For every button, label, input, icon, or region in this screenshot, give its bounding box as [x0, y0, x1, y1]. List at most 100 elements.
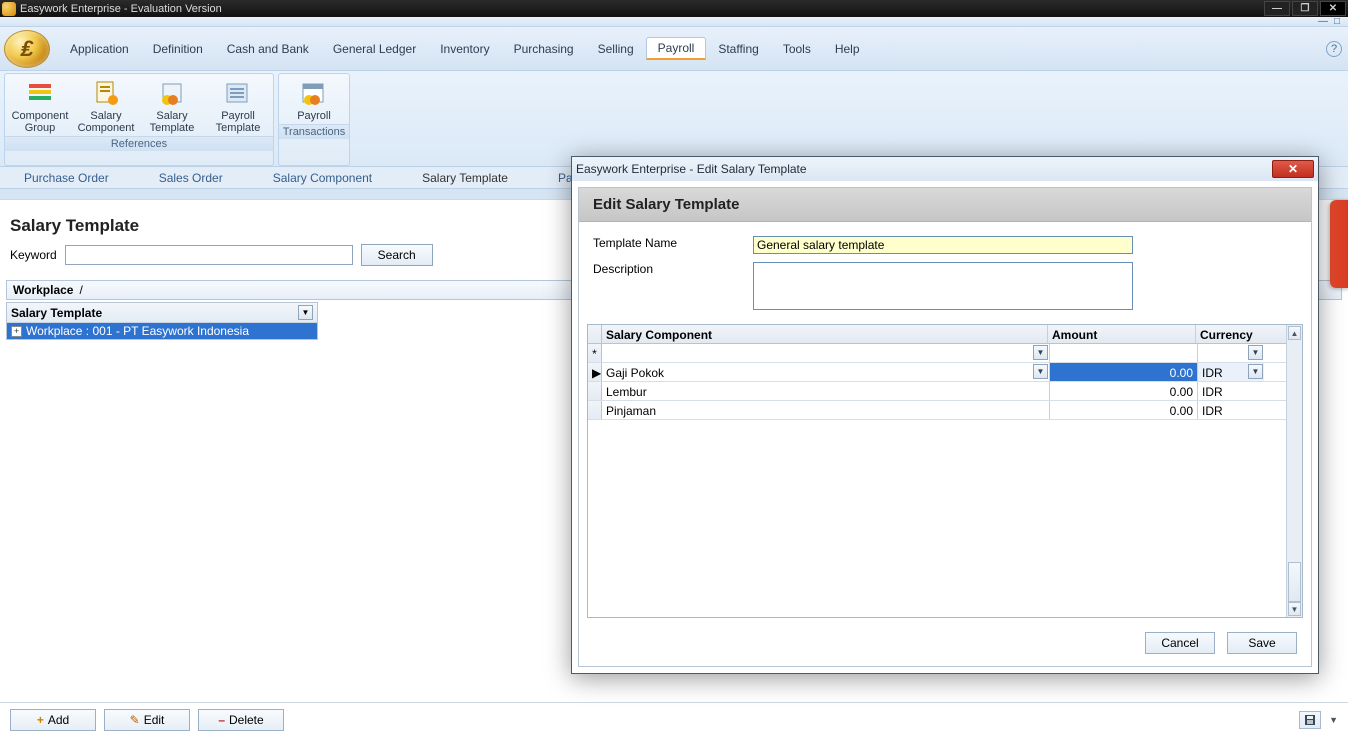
cell-component[interactable]: Gaji Pokok▼	[602, 363, 1050, 381]
cancel-button[interactable]: Cancel	[1145, 632, 1215, 654]
edit-button[interactable]: ✎Edit	[104, 709, 190, 731]
cell-amount[interactable]: 0.00	[1050, 401, 1198, 419]
pencil-icon: ✎	[130, 713, 140, 727]
cell-currency[interactable]: IDR	[1198, 401, 1264, 419]
menu-tools[interactable]: Tools	[771, 38, 823, 60]
menu-help[interactable]: Help	[823, 38, 872, 60]
minus-icon: –	[218, 713, 225, 727]
ribbon-payroll[interactable]: Payroll	[281, 76, 347, 124]
menu-selling[interactable]: Selling	[586, 38, 646, 60]
doctab-salary-component[interactable]: Salary Component	[263, 169, 382, 188]
breadcrumb-root: Workplace	[13, 283, 73, 297]
menu-inventory[interactable]: Inventory	[428, 38, 501, 60]
row-marker	[588, 382, 602, 400]
col-currency[interactable]: Currency	[1196, 325, 1262, 343]
doctab-salary-template[interactable]: Salary Template	[412, 169, 518, 188]
ribbon-salary-template[interactable]: SalaryTemplate	[139, 76, 205, 136]
chevron-down-icon[interactable]: ▼	[298, 305, 313, 320]
cell-currency[interactable]: ▼	[1198, 344, 1264, 362]
keyword-label: Keyword	[10, 248, 57, 262]
salary-component-table: Salary Component Amount Currency *▼▼▶Gaj…	[587, 324, 1303, 618]
window-maximize-button[interactable]: ❐	[1292, 1, 1318, 16]
menu-payroll[interactable]: Payroll	[646, 37, 707, 60]
chevron-down-icon[interactable]: ▼	[1033, 364, 1048, 379]
app-icon	[2, 2, 16, 16]
dialog-heading: Edit Salary Template	[579, 188, 1311, 222]
scroll-up-icon[interactable]: ▲	[1288, 326, 1301, 340]
col-amount[interactable]: Amount	[1048, 325, 1196, 343]
delete-button[interactable]: –Delete	[198, 709, 284, 731]
row-marker	[588, 401, 602, 419]
ribbon-icon	[297, 78, 331, 108]
ribbon-icon	[155, 78, 189, 108]
cell-amount[interactable]: 0.00	[1050, 363, 1198, 381]
main-menu: ₤ ApplicationDefinitionCash and BankGene…	[0, 27, 1348, 71]
search-button[interactable]: Search	[361, 244, 433, 266]
menu-application[interactable]: Application	[58, 38, 141, 60]
row-marker: ▶	[588, 363, 602, 381]
tree-grid: Salary Template ▼ + Workplace : 001 - PT…	[6, 302, 318, 340]
tree-grid-header: Salary Template	[11, 306, 102, 320]
disk-icon[interactable]	[1299, 711, 1321, 729]
ribbon-component-group[interactable]: ComponentGroup	[7, 76, 73, 136]
doctab-sales-order[interactable]: Sales Order	[149, 169, 233, 188]
cell-amount[interactable]	[1050, 344, 1198, 362]
template-name-label: Template Name	[593, 236, 743, 250]
chevron-down-icon[interactable]: ▼	[1248, 364, 1263, 379]
dialog-title: Easywork Enterprise - Edit Salary Templa…	[576, 162, 807, 176]
description-label: Description	[593, 262, 743, 276]
col-salary-component[interactable]: Salary Component	[602, 325, 1048, 343]
menu-definition[interactable]: Definition	[141, 38, 215, 60]
window-close-button[interactable]: ✕	[1320, 1, 1346, 16]
app-logo[interactable]: ₤	[4, 30, 50, 68]
template-name-input[interactable]	[753, 236, 1133, 254]
tree-row-workplace[interactable]: + Workplace : 001 - PT Easywork Indonesi…	[7, 323, 317, 339]
ribbon-payroll-template[interactable]: PayrollTemplate	[205, 76, 271, 136]
side-pull-tab[interactable]	[1330, 200, 1348, 288]
table-row[interactable]: ▶Gaji Pokok▼0.00IDR▼	[588, 363, 1286, 382]
cell-amount[interactable]: 0.00	[1050, 382, 1198, 400]
mdi-restore-icon[interactable]: □	[1334, 16, 1340, 27]
save-button[interactable]: Save	[1227, 632, 1297, 654]
app-title: Easywork Enterprise - Evaluation Version	[20, 3, 222, 15]
menu-cash-and-bank[interactable]: Cash and Bank	[215, 38, 321, 60]
menu-general-ledger[interactable]: General Ledger	[321, 38, 428, 60]
table-row[interactable]: Lembur0.00IDR	[588, 382, 1286, 401]
ribbon: ComponentGroupSalaryComponentSalaryTempl…	[0, 71, 1348, 167]
app-chrome-strip: — □	[0, 17, 1348, 27]
scroll-down-icon[interactable]: ▼	[1288, 602, 1301, 616]
add-button[interactable]: +Add	[10, 709, 96, 731]
table-row[interactable]: *▼▼	[588, 344, 1286, 363]
keyword-input[interactable]	[65, 245, 353, 265]
scroll-thumb[interactable]	[1288, 562, 1301, 602]
ribbon-group-references: ComponentGroupSalaryComponentSalaryTempl…	[4, 73, 274, 166]
cell-currency[interactable]: IDR	[1198, 382, 1264, 400]
window-minimize-button[interactable]: —	[1264, 1, 1290, 16]
ribbon-icon	[221, 78, 255, 108]
cell-component[interactable]: Lembur	[602, 382, 1050, 400]
mdi-minimize-icon[interactable]: —	[1318, 16, 1328, 27]
action-bar: +Add ✎Edit –Delete ▼	[0, 702, 1348, 737]
doctab-purchase-order[interactable]: Purchase Order	[14, 169, 119, 188]
ribbon-salary-component[interactable]: SalaryComponent	[73, 76, 139, 136]
cell-currency[interactable]: IDR▼	[1198, 363, 1264, 381]
ribbon-icon	[23, 78, 57, 108]
chevron-down-icon[interactable]: ▼	[1033, 345, 1048, 360]
edit-salary-template-dialog: Easywork Enterprise - Edit Salary Templa…	[571, 156, 1319, 674]
chevron-down-icon[interactable]: ▼	[1248, 345, 1263, 360]
description-input[interactable]	[753, 262, 1133, 310]
help-icon[interactable]: ?	[1326, 41, 1342, 57]
table-scrollbar[interactable]: ▲ ▼	[1286, 325, 1302, 617]
ribbon-group-label: Transactions	[279, 124, 349, 139]
breadcrumb-sep: /	[79, 283, 82, 297]
expand-icon[interactable]: +	[11, 326, 22, 337]
plus-icon: +	[37, 713, 44, 727]
menu-staffing[interactable]: Staffing	[706, 38, 770, 60]
dialog-close-button[interactable]: ✕	[1272, 160, 1314, 178]
cell-component[interactable]: Pinjaman	[602, 401, 1050, 419]
menu-purchasing[interactable]: Purchasing	[502, 38, 586, 60]
ribbon-icon	[89, 78, 123, 108]
cell-component[interactable]: ▼	[602, 344, 1050, 362]
table-row[interactable]: Pinjaman0.00IDR	[588, 401, 1286, 420]
chevron-down-icon[interactable]: ▼	[1329, 715, 1338, 725]
